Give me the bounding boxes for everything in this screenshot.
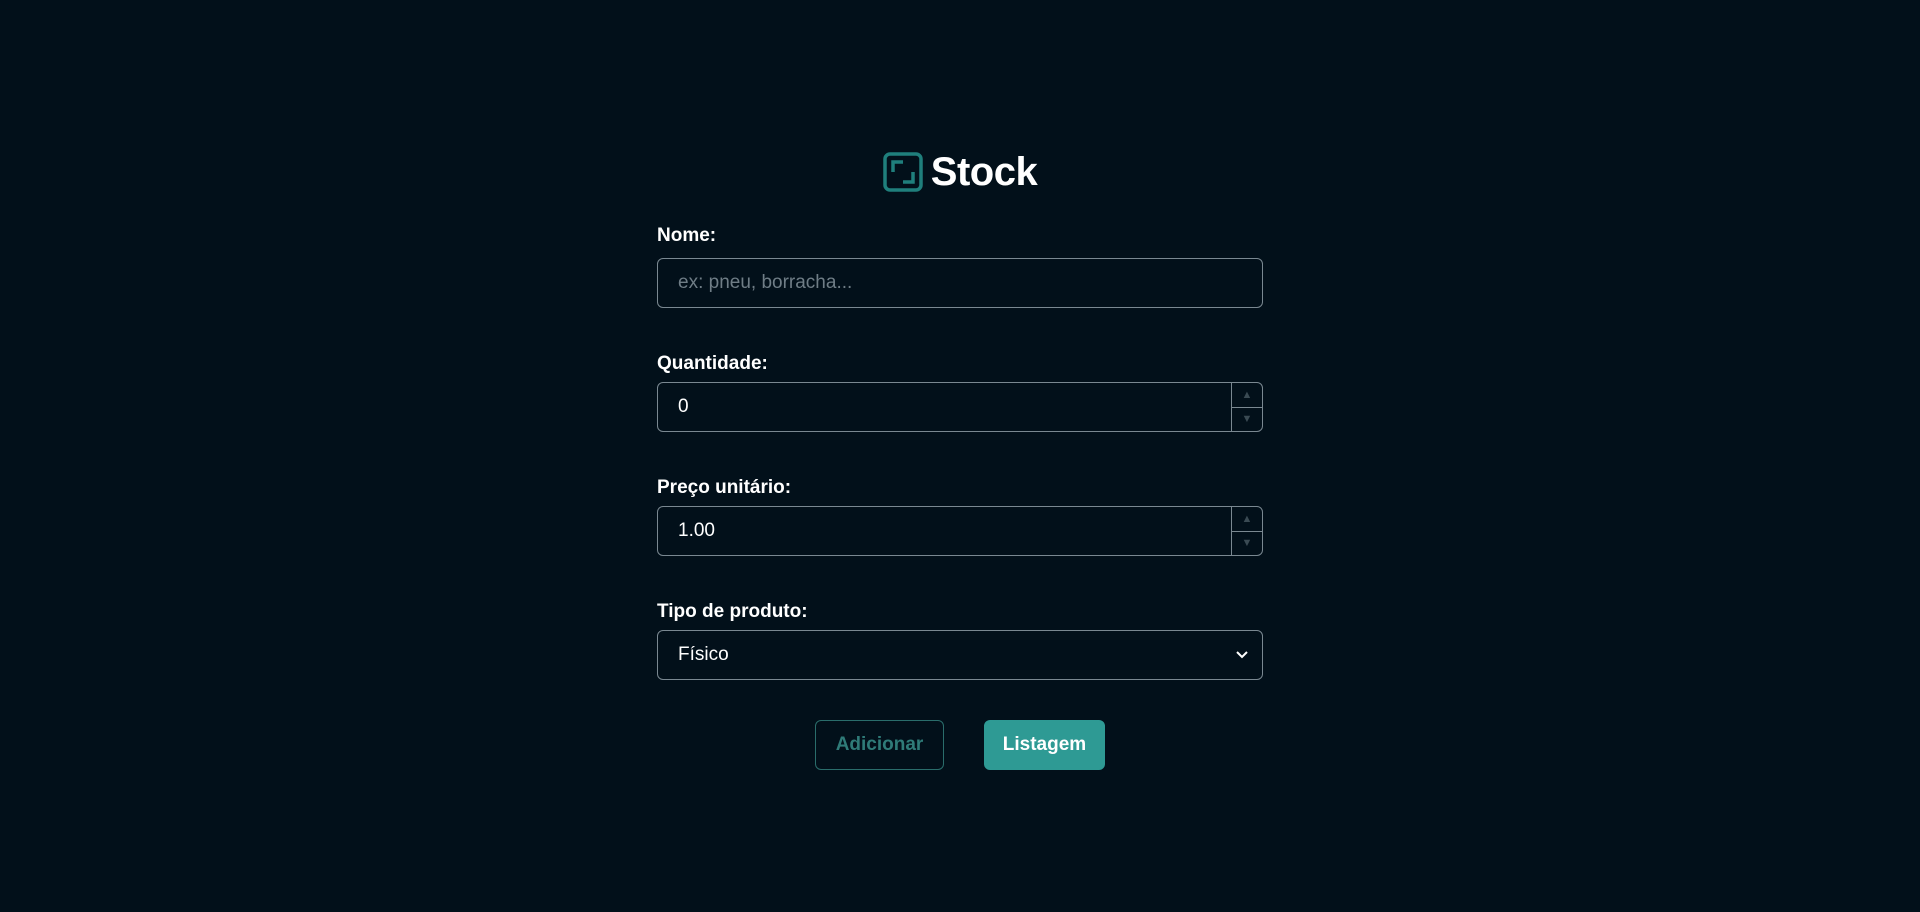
preco-stepper[interactable]: ▲ ▼: [1231, 507, 1262, 555]
preco-value: 1.00: [678, 520, 715, 541]
tipo-selected-value: Físico: [678, 644, 729, 665]
quantidade-stepper[interactable]: ▲ ▼: [1231, 383, 1262, 431]
tipo-select[interactable]: Físico: [657, 630, 1263, 680]
frame-corners-icon: [883, 152, 923, 192]
form-actions: Adicionar Listagem: [0, 720, 1920, 770]
listagem-button[interactable]: Listagem: [984, 720, 1105, 770]
quantidade-input[interactable]: 0 ▲ ▼: [657, 382, 1263, 432]
nome-label: Nome:: [657, 225, 717, 246]
tipo-label: Tipo de produto:: [657, 601, 808, 622]
increment-arrow-icon[interactable]: ▲: [1232, 383, 1262, 408]
brand-header: Stock: [0, 148, 1920, 196]
quantidade-label: Quantidade:: [657, 353, 768, 374]
nome-input[interactable]: ex: pneu, borracha...: [657, 258, 1263, 308]
decrement-arrow-icon[interactable]: ▼: [1232, 408, 1262, 432]
brand-name: Stock: [930, 150, 1038, 194]
preco-input[interactable]: 1.00 ▲ ▼: [657, 506, 1263, 556]
preco-label: Preço unitário:: [657, 477, 792, 498]
chevron-down-icon: [1222, 650, 1262, 660]
app-page: Stock Nome: ex: pneu, borracha... Quanti…: [0, 0, 1920, 912]
decrement-arrow-icon[interactable]: ▼: [1232, 532, 1262, 556]
nome-placeholder: ex: pneu, borracha...: [678, 272, 853, 293]
quantidade-value: 0: [678, 396, 689, 417]
adicionar-button[interactable]: Adicionar: [815, 720, 944, 770]
increment-arrow-icon[interactable]: ▲: [1232, 507, 1262, 532]
